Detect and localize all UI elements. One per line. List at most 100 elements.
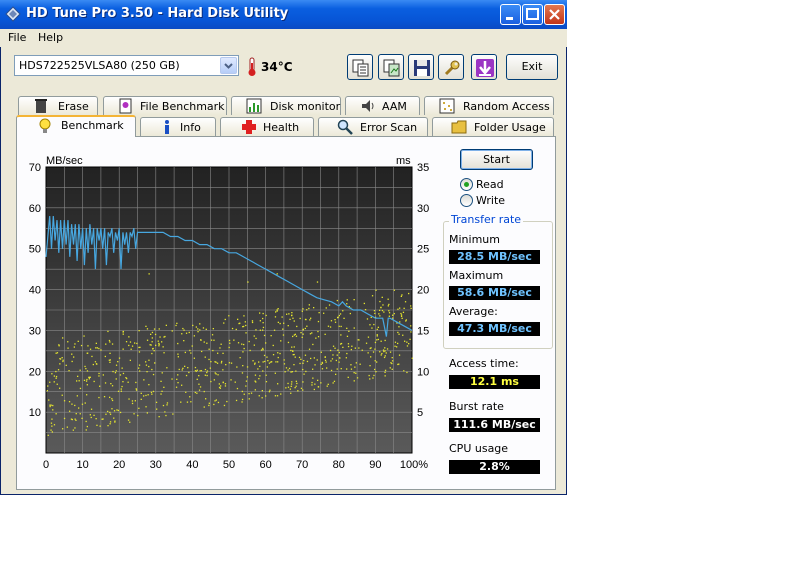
access-time-point: [295, 335, 298, 337]
minimize-icon: [506, 17, 513, 20]
read-radio[interactable]: [460, 178, 473, 191]
access-time-point: [228, 362, 231, 364]
access-time-point: [131, 400, 134, 402]
maximize-button[interactable]: [522, 4, 543, 25]
access-time-point: [78, 407, 80, 409]
menu-help[interactable]: Help: [38, 31, 63, 44]
access-time-point: [236, 387, 239, 390]
tab-random-access[interactable]: Random Access: [424, 96, 554, 115]
access-time-point: [87, 345, 89, 347]
access-time-point: [303, 360, 305, 362]
drive-select[interactable]: HDS722525VLSA80 (250 GB): [14, 55, 239, 76]
access-time-point: [377, 326, 379, 328]
tab-benchmark[interactable]: Benchmark: [16, 115, 136, 137]
access-time-point: [250, 392, 253, 394]
access-time-point: [304, 354, 307, 356]
access-time-point: [305, 370, 307, 373]
tab-folder-usage[interactable]: Folder Usage: [432, 117, 554, 136]
access-time-point: [342, 310, 344, 312]
x-tick-label: 60: [259, 459, 271, 470]
access-time-point: [105, 343, 107, 345]
copy-screenshot-button[interactable]: [378, 54, 404, 80]
tab-error-scan[interactable]: Error Scan: [318, 117, 428, 136]
minimize-button[interactable]: [500, 4, 521, 25]
menu-file[interactable]: File: [8, 31, 26, 44]
write-radio[interactable]: [460, 194, 473, 207]
access-time-point: [125, 341, 128, 343]
access-time-point: [392, 314, 394, 316]
access-time-point: [198, 389, 201, 391]
options-button[interactable]: [438, 54, 464, 80]
download-button[interactable]: [471, 54, 497, 80]
tab-file-benchmark[interactable]: File Benchmark: [103, 96, 227, 115]
access-time-point: [163, 336, 165, 338]
access-time-point: [263, 334, 266, 337]
tab-label: AAM: [382, 100, 407, 113]
access-time-point: [287, 369, 289, 371]
access-time-point: [209, 367, 211, 369]
exit-button[interactable]: Exit: [506, 54, 558, 80]
access-time-point: [274, 316, 277, 318]
x-tick-label: 40: [186, 459, 198, 470]
access-time-point: [109, 396, 111, 398]
access-time-point: [265, 342, 267, 344]
access-time-point: [321, 362, 324, 364]
copy-text-button[interactable]: [347, 54, 373, 80]
access-time-point: [196, 392, 198, 394]
access-time-point: [154, 333, 157, 336]
main-window: HD Tune Pro 3.50 - Hard Disk Utility Fil…: [0, 0, 567, 495]
access-time-point: [373, 310, 376, 312]
tab-health[interactable]: Health: [220, 117, 314, 136]
access-time-point: [181, 384, 183, 386]
title-bar[interactable]: HD Tune Pro 3.50 - Hard Disk Utility: [0, 0, 567, 29]
access-time-point: [269, 389, 271, 391]
access-time-point: [157, 340, 159, 342]
access-time-point: [131, 402, 134, 405]
access-time-point: [110, 383, 112, 385]
access-time-point: [369, 378, 371, 380]
access-time-point: [200, 339, 202, 341]
access-time-point: [62, 337, 64, 339]
access-time-point: [86, 352, 88, 354]
access-time-point: [96, 363, 98, 365]
access-time-point: [393, 289, 395, 291]
access-time-point: [128, 344, 130, 347]
tab-info[interactable]: Info: [140, 117, 216, 136]
chevron-down-icon[interactable]: [220, 57, 237, 74]
access-time-point: [160, 393, 162, 395]
cpu-usage-label: CPU usage: [449, 442, 509, 455]
close-button[interactable]: [544, 4, 565, 25]
file-benchmark-icon: [119, 98, 132, 114]
access-time-point: [262, 317, 264, 320]
access-time-point: [272, 354, 275, 356]
access-time-point: [61, 357, 63, 359]
access-time-point: [292, 335, 294, 338]
access-time-point: [255, 337, 257, 340]
access-time-point: [89, 348, 92, 350]
access-time-point: [258, 378, 260, 380]
start-button[interactable]: Start: [460, 149, 533, 170]
access-time-point: [154, 362, 156, 364]
access-time-point: [151, 368, 153, 371]
access-time-point: [89, 376, 91, 378]
access-time-point: [233, 339, 235, 341]
access-time-point: [329, 349, 332, 352]
access-time-point: [221, 360, 223, 363]
tab-aam[interactable]: AAM: [345, 96, 420, 115]
save-button[interactable]: [408, 54, 434, 80]
access-time-point: [217, 374, 219, 376]
access-time-point: [314, 383, 316, 385]
access-time-point: [194, 391, 196, 394]
tab-disk-monitor[interactable]: Disk monitor: [231, 96, 341, 115]
access-time-point: [372, 377, 374, 379]
access-time-point: [325, 361, 327, 363]
tab-erase[interactable]: Erase: [18, 96, 98, 115]
access-time-point: [399, 321, 401, 323]
access-time-point: [120, 390, 122, 392]
access-time-point: [371, 295, 374, 297]
access-time-point: [111, 399, 114, 402]
access-time-point: [183, 340, 185, 342]
access-time-point: [379, 309, 381, 311]
access-time-point: [137, 414, 139, 417]
access-time-point: [193, 335, 195, 337]
